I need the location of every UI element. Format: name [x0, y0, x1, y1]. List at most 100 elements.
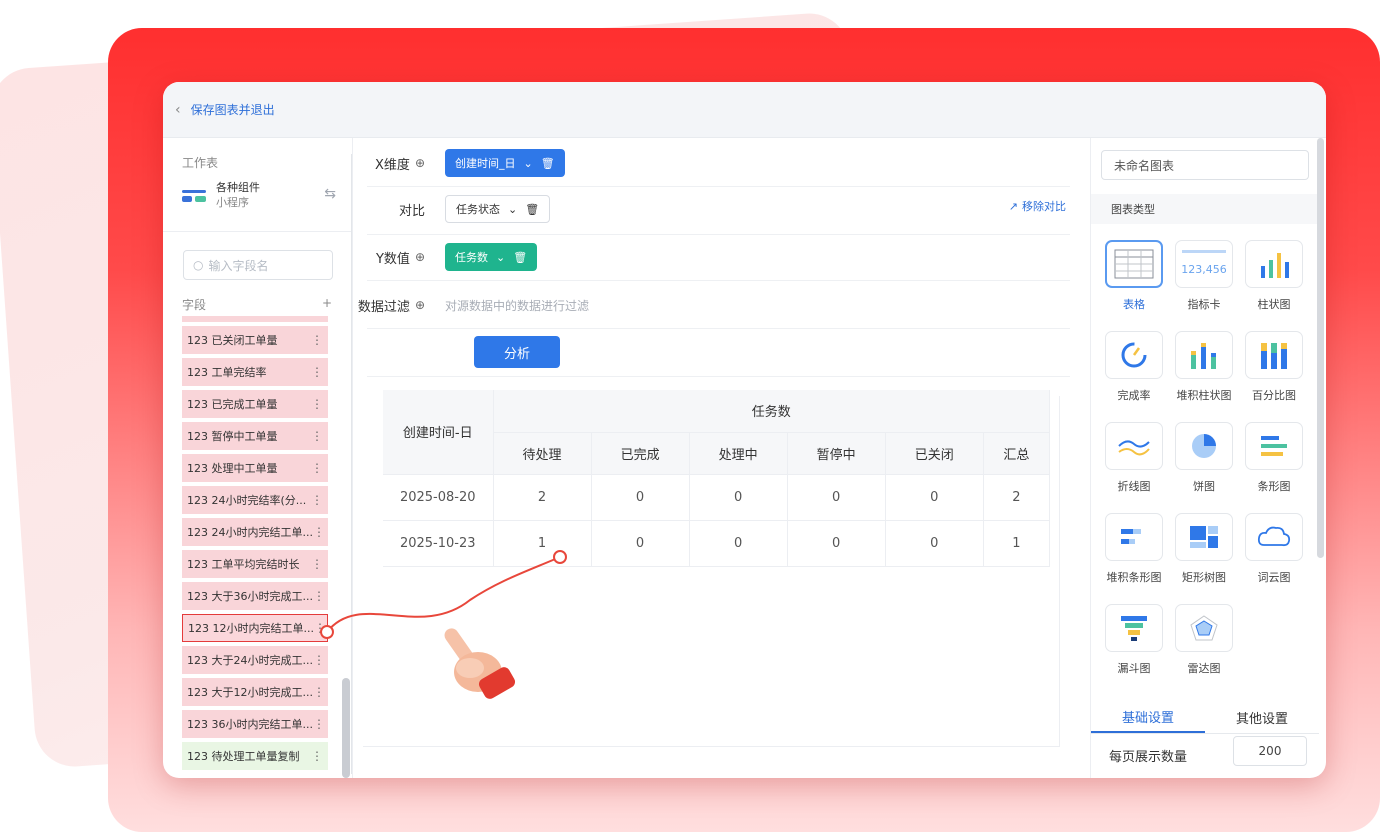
list-item[interactable]: 123 24小时内完结工单... ⋮ [182, 518, 328, 546]
field-label: 123 工单平均完结时长 [187, 558, 300, 571]
more-icon[interactable]: ⋮ [311, 365, 323, 379]
list-item[interactable]: 123 大于12小时完成工... ⋮ [182, 678, 328, 706]
list-item[interactable]: 123 大于36小时完成工... ⋮ [182, 582, 328, 610]
add-y-icon[interactable]: ⊕ [415, 250, 425, 264]
more-icon[interactable]: ⋮ [313, 653, 325, 667]
per-page-input[interactable]: 200 [1233, 736, 1307, 766]
chart-type-option[interactable]: 堆积柱状图 [1169, 331, 1239, 403]
chart-type-icon [1175, 331, 1233, 379]
list-item[interactable]: 123 36小时内完结工单... ⋮ [182, 710, 328, 738]
list-item[interactable]: 123 待处理工单量复制 ⋮ [182, 742, 328, 770]
chart-type-option[interactable]: 折线图 [1099, 422, 1169, 494]
list-item[interactable]: 123 12小时内完结工单... ⋮ [182, 614, 328, 642]
add-filter-icon[interactable]: ⊕ [415, 298, 425, 312]
more-icon[interactable]: ⋮ [313, 685, 325, 699]
chart-type-option[interactable]: 矩形树图 [1169, 513, 1239, 585]
chevron-down-icon[interactable]: ⌄ [508, 203, 517, 216]
kpi-preview-value: 123,456 [1181, 263, 1227, 276]
chart-type-label: 百分比图 [1252, 389, 1296, 402]
chart-name-input[interactable]: 未命名图表 [1101, 150, 1309, 180]
chart-type-option[interactable]: 完成率 [1099, 331, 1169, 403]
tab-basic-settings[interactable]: 基础设置 [1091, 702, 1205, 733]
worksheet-selector[interactable]: 各种组件 小程序 ⇆ [182, 178, 336, 212]
trash-icon[interactable]: 🗑 [541, 157, 555, 170]
chart-type-option[interactable]: 柱状图 [1239, 240, 1309, 312]
list-item[interactable]: 123 大于24小时完成工... ⋮ [182, 646, 328, 674]
more-icon[interactable]: ⋮ [313, 717, 325, 731]
compare-chip[interactable]: 任务状态 ⌄ 🗑 [445, 195, 551, 223]
list-item[interactable]: 123 暂停中工单量 ⋮ [182, 422, 328, 450]
add-x-icon[interactable]: ⊕ [415, 156, 425, 170]
field-label: 123 大于36小时完成工... [187, 590, 313, 603]
more-icon[interactable]: ⋮ [311, 557, 323, 571]
chart-type-option[interactable]: 百分比图 [1239, 331, 1309, 403]
list-item[interactable]: 123 工单平均完结时长 ⋮ [182, 550, 328, 578]
per-page-label: 每页展示数量 [1109, 750, 1188, 765]
swap-icon[interactable]: ⇆ [324, 186, 336, 202]
search-icon: ○ [193, 258, 204, 272]
worksheet-icon [182, 184, 208, 206]
column-header: 已关闭 [885, 432, 984, 475]
save-and-exit-button[interactable]: ‹ 保存图表并退出 [175, 101, 275, 118]
chart-type-option[interactable]: 堆积条形图 [1099, 513, 1169, 585]
chart-type-option[interactable]: 词云图 [1239, 513, 1309, 585]
trash-icon[interactable]: 🗑 [525, 203, 539, 216]
chart-type-label: 条形图 [1257, 480, 1291, 493]
chart-type-option[interactable]: 条形图 [1239, 422, 1309, 494]
config-area: X维度 ⊕ 创建时间_日 ⌄ 🗑 对比 任务状态 ⌄ 🗑 ↗ 移除对比 Y数值 … [353, 138, 1090, 778]
chart-type-option[interactable]: 漏斗图 [1099, 604, 1169, 676]
list-item[interactable]: 123 处理中工单量 ⋮ [182, 454, 328, 482]
more-icon[interactable]: ⋮ [313, 589, 325, 603]
more-icon[interactable]: ⋮ [313, 525, 325, 539]
chart-type-option[interactable]: 123,456 指标卡 [1169, 240, 1239, 312]
list-item[interactable]: 123 工单完结率 ⋮ [182, 358, 328, 386]
trash-icon[interactable]: 🗑 [513, 251, 527, 264]
more-icon[interactable]: ⋮ [311, 429, 323, 443]
chart-type-icon [1105, 422, 1163, 470]
compare-label: 对比 [398, 203, 425, 219]
x-dimension-chip[interactable]: 创建时间_日 ⌄ 🗑 [445, 149, 565, 177]
top-bar: ‹ 保存图表并退出 [163, 82, 1326, 138]
remove-compare-button[interactable]: ↗ 移除对比 [1009, 198, 1066, 214]
chevron-down-icon[interactable]: ⌄ [496, 251, 505, 264]
chart-type-option[interactable]: 表格 [1099, 240, 1169, 312]
field-panel: 工作表 各种组件 小程序 ⇆ ○ 输入字段名 字段 + 123 已关闭工单量 ⋮… [163, 138, 353, 778]
value-cell: 1 [983, 520, 1051, 567]
x-dimension-label: X维度 [375, 157, 410, 173]
list-item[interactable]: 123 已完成工单量 ⋮ [182, 390, 328, 418]
value-cell: 0 [591, 520, 690, 567]
y-value-chip[interactable]: 任务数 ⌄ 🗑 [445, 243, 538, 271]
more-icon[interactable]: ⋮ [311, 749, 323, 763]
table-row: 2025-08-20 2 0 0 0 0 2 [383, 474, 1051, 521]
settings-tabs: 基础设置 其他设置 [1091, 702, 1319, 734]
tab-other-settings[interactable]: 其他设置 [1205, 702, 1319, 733]
more-icon[interactable]: ⋮ [311, 333, 323, 347]
list-item[interactable]: 123 24小时完结率(分... ⋮ [182, 486, 328, 514]
value-cell: 0 [885, 474, 984, 521]
y-chip-label: 任务数 [455, 251, 488, 264]
more-icon[interactable]: ⋮ [314, 621, 326, 635]
filter-label: 数据过滤 [357, 299, 410, 315]
field-label: 123 已完成工单量 [187, 398, 278, 411]
field-list-scrollbar[interactable] [342, 678, 350, 778]
date-cell: 2025-08-20 [383, 474, 494, 521]
worksheet-type: 小程序 [216, 196, 249, 209]
chart-type-label: 词云图 [1257, 571, 1291, 584]
analyze-button[interactable]: 分析 [474, 336, 560, 368]
list-item[interactable]: 123 已关闭工单量 ⋮ [182, 326, 328, 354]
field-label: 123 暂停中工单量 [187, 430, 278, 443]
chart-type-icon [1245, 240, 1303, 288]
chart-type-option[interactable]: 饼图 [1169, 422, 1239, 494]
value-cell: 2 [493, 474, 592, 521]
settings-scrollbar[interactable] [1317, 138, 1324, 558]
more-icon[interactable]: ⋮ [311, 493, 323, 507]
more-icon[interactable]: ⋮ [311, 397, 323, 411]
compare-chip-label: 任务状态 [456, 203, 500, 216]
add-field-icon[interactable]: + [322, 296, 332, 313]
more-icon[interactable]: ⋮ [311, 461, 323, 475]
chart-type-option[interactable]: 雷达图 [1169, 604, 1239, 676]
y-value-label: Y数值 [375, 251, 410, 267]
field-search-input[interactable]: ○ 输入字段名 [183, 250, 333, 280]
compare-row: 对比 任务状态 ⌄ 🗑 ↗ 移除对比 [353, 186, 1070, 232]
chevron-down-icon[interactable]: ⌄ [524, 157, 533, 170]
